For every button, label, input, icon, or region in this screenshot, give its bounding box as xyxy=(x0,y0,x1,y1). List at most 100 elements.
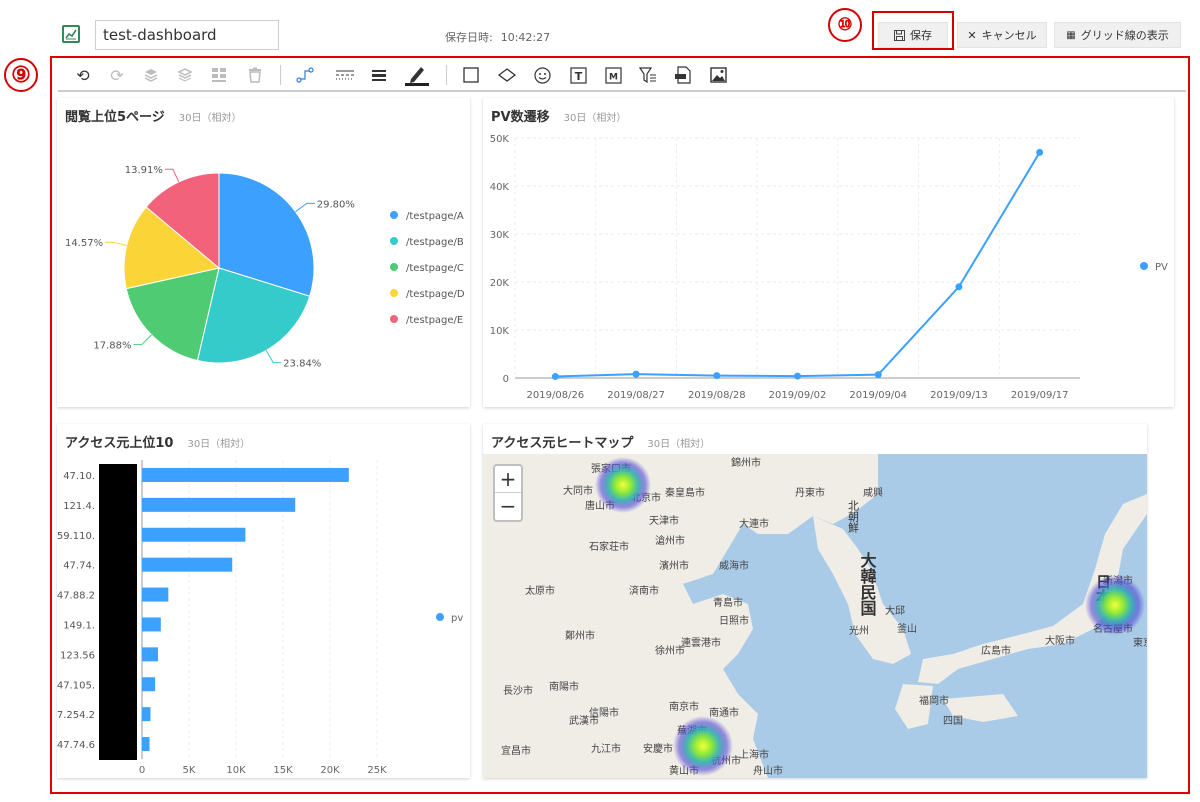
cancel-button[interactable]: ✕ キャンセル xyxy=(957,22,1047,48)
dashboard-icon xyxy=(62,25,80,43)
dashboard-name-input[interactable] xyxy=(95,20,279,50)
map-place-label: 鄭州市 xyxy=(565,629,595,642)
bar xyxy=(142,497,296,512)
line-style-icon[interactable] xyxy=(334,64,356,86)
map-place-label: 連雲港市 xyxy=(681,636,721,649)
map-place-label: 宜昌市 xyxy=(501,744,531,757)
diamond-icon[interactable] xyxy=(496,64,518,86)
y-tick-label: 123.56 xyxy=(60,650,95,661)
heatmap-map[interactable]: 張家口市北京市大同市天津市唐山市秦皇島市錦州市丹東市大連市咸興石家荘市滄州市濱州… xyxy=(483,454,1147,778)
pen-color-icon[interactable] xyxy=(404,64,430,86)
svg-text:M: M xyxy=(609,72,618,82)
map-place-label: 威海市 xyxy=(719,559,749,572)
legend-marker xyxy=(390,289,398,297)
toolbar-divider xyxy=(446,65,447,85)
x-tick-label: 2019/08/28 xyxy=(688,390,746,401)
map-place-label: 九江市 xyxy=(591,742,621,755)
top-sources-panel[interactable]: アクセス元上位10 30日（相対） 0 5K 10K 15K 20K 25K 47.10. 12… xyxy=(57,424,470,778)
map-place-label: 大連市 xyxy=(739,517,769,530)
saved-time-value: 10:42:27 xyxy=(500,31,551,44)
zoom-out-button[interactable]: − xyxy=(495,493,521,520)
map-place-label: 釜山 xyxy=(897,622,917,635)
map-zoom-control: + − xyxy=(493,464,523,522)
zoom-in-button[interactable]: + xyxy=(495,466,521,493)
heat-spot-hangzhou xyxy=(673,716,733,776)
bar xyxy=(142,467,349,482)
undo-icon[interactable]: ⟲ xyxy=(72,64,94,86)
pie-chart: 29.80% 23.84% 17.88% 14.57% 13.91% /testpage/… xyxy=(65,165,465,370)
map-place-label: 石家荘市 xyxy=(589,540,629,553)
y-tick-label: 47.10. xyxy=(63,471,95,482)
map-place-label: 大阪市 xyxy=(1045,634,1075,647)
x-tick-label: 0 xyxy=(139,765,145,776)
pv-trend-panel[interactable]: PV数遷移 30日（相対） 0 10K 20K 30K 40K 50K 2019/08/26 2… xyxy=(483,98,1174,407)
send-backward-icon[interactable] xyxy=(174,64,196,86)
x-tick-label: 5K xyxy=(183,765,196,776)
heat-spot-tokyo xyxy=(1085,575,1145,635)
y-tick-label: 47.254.2 xyxy=(57,710,95,721)
y-tick-label: 149.1. xyxy=(63,620,95,631)
save-button-label: 保存 xyxy=(910,29,932,42)
data-point xyxy=(874,371,882,379)
x-tick-label: 15K xyxy=(273,765,293,776)
bar xyxy=(142,527,246,542)
data-point xyxy=(1036,148,1044,156)
heatmap-panel[interactable]: アクセス元ヒートマップ 30日（相対） 大同市 天津市 唐山市 秦皇島市 錦州市… xyxy=(483,424,1147,778)
x-tick-label: 2019/09/17 xyxy=(1011,390,1069,401)
markdown-icon[interactable]: M xyxy=(602,64,624,86)
delete-icon[interactable] xyxy=(244,64,266,86)
pdf-icon[interactable] xyxy=(672,64,694,86)
map-place-label: 大邱 xyxy=(885,604,905,617)
map-place-label: 長沙市 xyxy=(503,684,533,697)
rectangle-icon[interactable] xyxy=(460,64,482,86)
map-place-label: 広島市 xyxy=(981,644,1011,657)
pie-data-label: 23.84% xyxy=(283,359,321,370)
x-tick-label: 10K xyxy=(226,765,246,776)
redo-icon[interactable]: ⟳ xyxy=(106,64,128,86)
data-point xyxy=(713,372,721,380)
y-tick-label: 50K xyxy=(490,134,510,145)
y-tick-label: 20K xyxy=(490,278,510,289)
callout-number-10: ⑩ xyxy=(828,8,862,42)
panel-title: アクセス元ヒートマップ 30日（相対） xyxy=(491,432,710,451)
legend-label: /testpage/E xyxy=(406,315,463,326)
floppy-icon xyxy=(894,29,905,41)
data-point xyxy=(955,283,963,291)
map-place-label: 信陽市 xyxy=(589,706,619,719)
arrange-icon[interactable] xyxy=(208,64,230,86)
show-grid-button[interactable]: ▦ グリッド線の表示 xyxy=(1054,22,1181,48)
map-place-label: 四国 xyxy=(943,715,963,727)
legend-label: PV xyxy=(1155,262,1168,273)
y-tick-label: 47.105. xyxy=(57,680,95,691)
y-tick-label: 47.74.6 xyxy=(57,740,95,751)
map-place-label: 福岡市 xyxy=(919,694,949,707)
save-button[interactable]: 保存 xyxy=(878,22,948,48)
pie-data-label: 29.80% xyxy=(317,199,355,210)
bar xyxy=(142,587,169,602)
line-weight-icon[interactable] xyxy=(368,64,390,86)
map-place-label: 秦皇島市 xyxy=(665,486,705,499)
bar xyxy=(142,617,161,632)
y-tick-label: 0 xyxy=(503,374,509,385)
map-country-label: 北朝鮮 xyxy=(847,500,860,534)
y-tick-label: 40K xyxy=(490,182,510,193)
callout-number-9: ⑨ xyxy=(4,58,38,92)
panel-title-text: アクセス元ヒートマップ xyxy=(491,436,634,451)
x-tick-label: 2019/08/26 xyxy=(527,390,585,401)
cancel-button-label: キャンセル xyxy=(981,29,1037,42)
emoji-icon[interactable] xyxy=(531,64,553,86)
y-tick-label: 121.4. xyxy=(63,501,95,512)
grid-icon: ▦ xyxy=(1066,29,1076,41)
pie-label-line xyxy=(164,168,180,183)
map-place-label: 錦州市 xyxy=(731,456,761,469)
map-place-label: 日照市 xyxy=(719,614,749,627)
bring-forward-icon[interactable] xyxy=(140,64,162,86)
redaction-box xyxy=(99,464,137,760)
top-pages-panel[interactable]: 閲覧上位5ページ 30日（相対） 29.80% 23.84% 17.88% 14.57%… xyxy=(57,98,470,407)
filter-icon[interactable] xyxy=(637,64,659,86)
image-icon[interactable] xyxy=(707,64,729,86)
line-connector-icon[interactable] xyxy=(294,64,316,86)
data-point xyxy=(794,372,801,380)
text-icon[interactable]: T xyxy=(567,64,589,86)
legend-label: /testpage/A xyxy=(406,211,464,222)
